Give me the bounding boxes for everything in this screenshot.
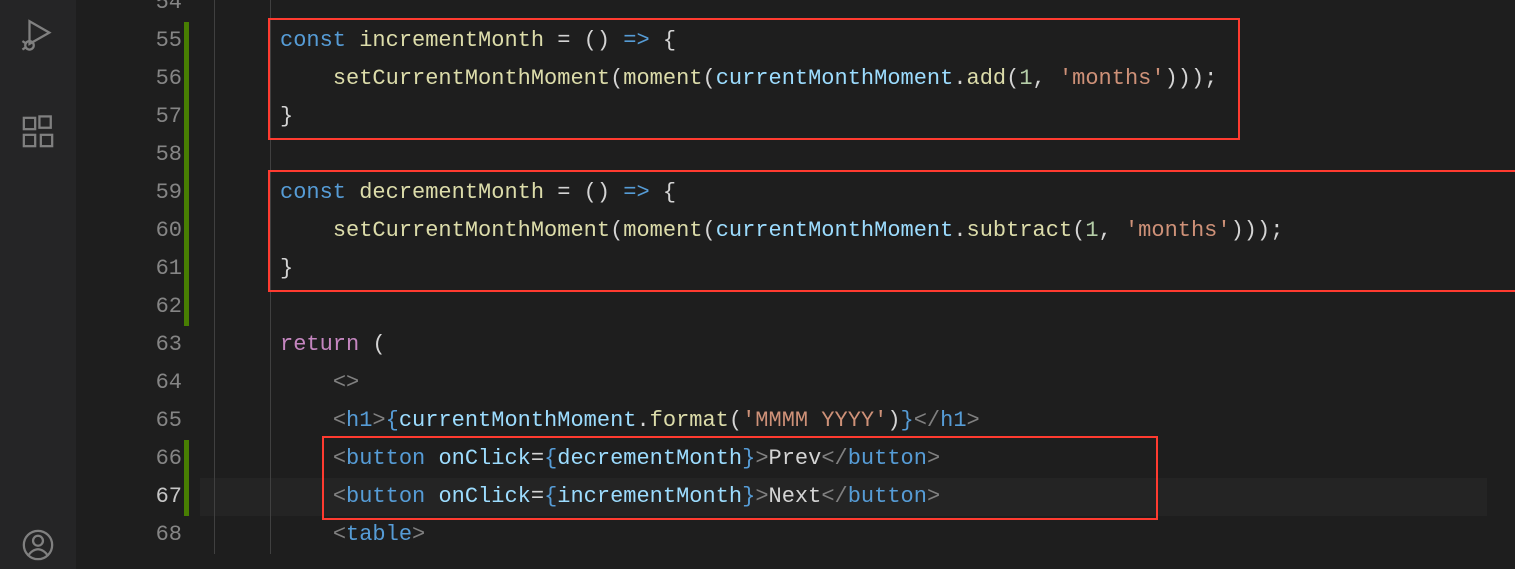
code-line[interactable]: const decrementMonth = () => { [200, 174, 1515, 212]
line-number: 57 [76, 98, 182, 136]
line-number: 67 [76, 478, 182, 516]
activity-bar [0, 0, 76, 569]
line-number: 62 [76, 288, 182, 326]
code-line[interactable]: setCurrentMonthMoment(moment(currentMont… [200, 60, 1515, 98]
code-line[interactable]: <button onClick={decrementMonth}>Prev</b… [200, 440, 1515, 478]
line-number-gutter: 545556575859606162636465666768 [76, 0, 196, 554]
code-line[interactable]: setCurrentMonthMoment(moment(currentMont… [200, 212, 1515, 250]
accounts-icon[interactable] [14, 521, 62, 569]
line-number: 58 [76, 136, 182, 174]
code-line[interactable]: const incrementMonth = () => { [200, 22, 1515, 60]
line-number: 68 [76, 516, 182, 554]
code-editor[interactable]: 545556575859606162636465666768 const inc… [76, 0, 1515, 569]
line-number: 54 [76, 0, 182, 22]
code-line[interactable]: } [200, 250, 1515, 288]
line-number: 63 [76, 326, 182, 364]
line-number: 60 [76, 212, 182, 250]
code-area[interactable]: const incrementMonth = () => { setCurren… [200, 0, 1515, 554]
run-and-debug-icon[interactable] [14, 10, 62, 58]
minimap[interactable] [1487, 0, 1515, 569]
line-number: 64 [76, 364, 182, 402]
line-number: 66 [76, 440, 182, 478]
line-number: 56 [76, 60, 182, 98]
extensions-icon[interactable] [14, 108, 62, 156]
line-number: 61 [76, 250, 182, 288]
code-line[interactable] [200, 288, 1515, 326]
code-line[interactable] [200, 136, 1515, 174]
line-number: 55 [76, 22, 182, 60]
code-line[interactable]: <> [200, 364, 1515, 402]
code-line[interactable]: <button onClick={incrementMonth}>Next</b… [200, 478, 1515, 516]
code-line[interactable]: return ( [200, 326, 1515, 364]
code-line[interactable]: <table> [200, 516, 1515, 554]
code-line[interactable]: <h1>{currentMonthMoment.format('MMMM YYY… [200, 402, 1515, 440]
line-number: 59 [76, 174, 182, 212]
code-line[interactable]: } [200, 98, 1515, 136]
line-number: 65 [76, 402, 182, 440]
code-line[interactable] [200, 0, 1515, 22]
